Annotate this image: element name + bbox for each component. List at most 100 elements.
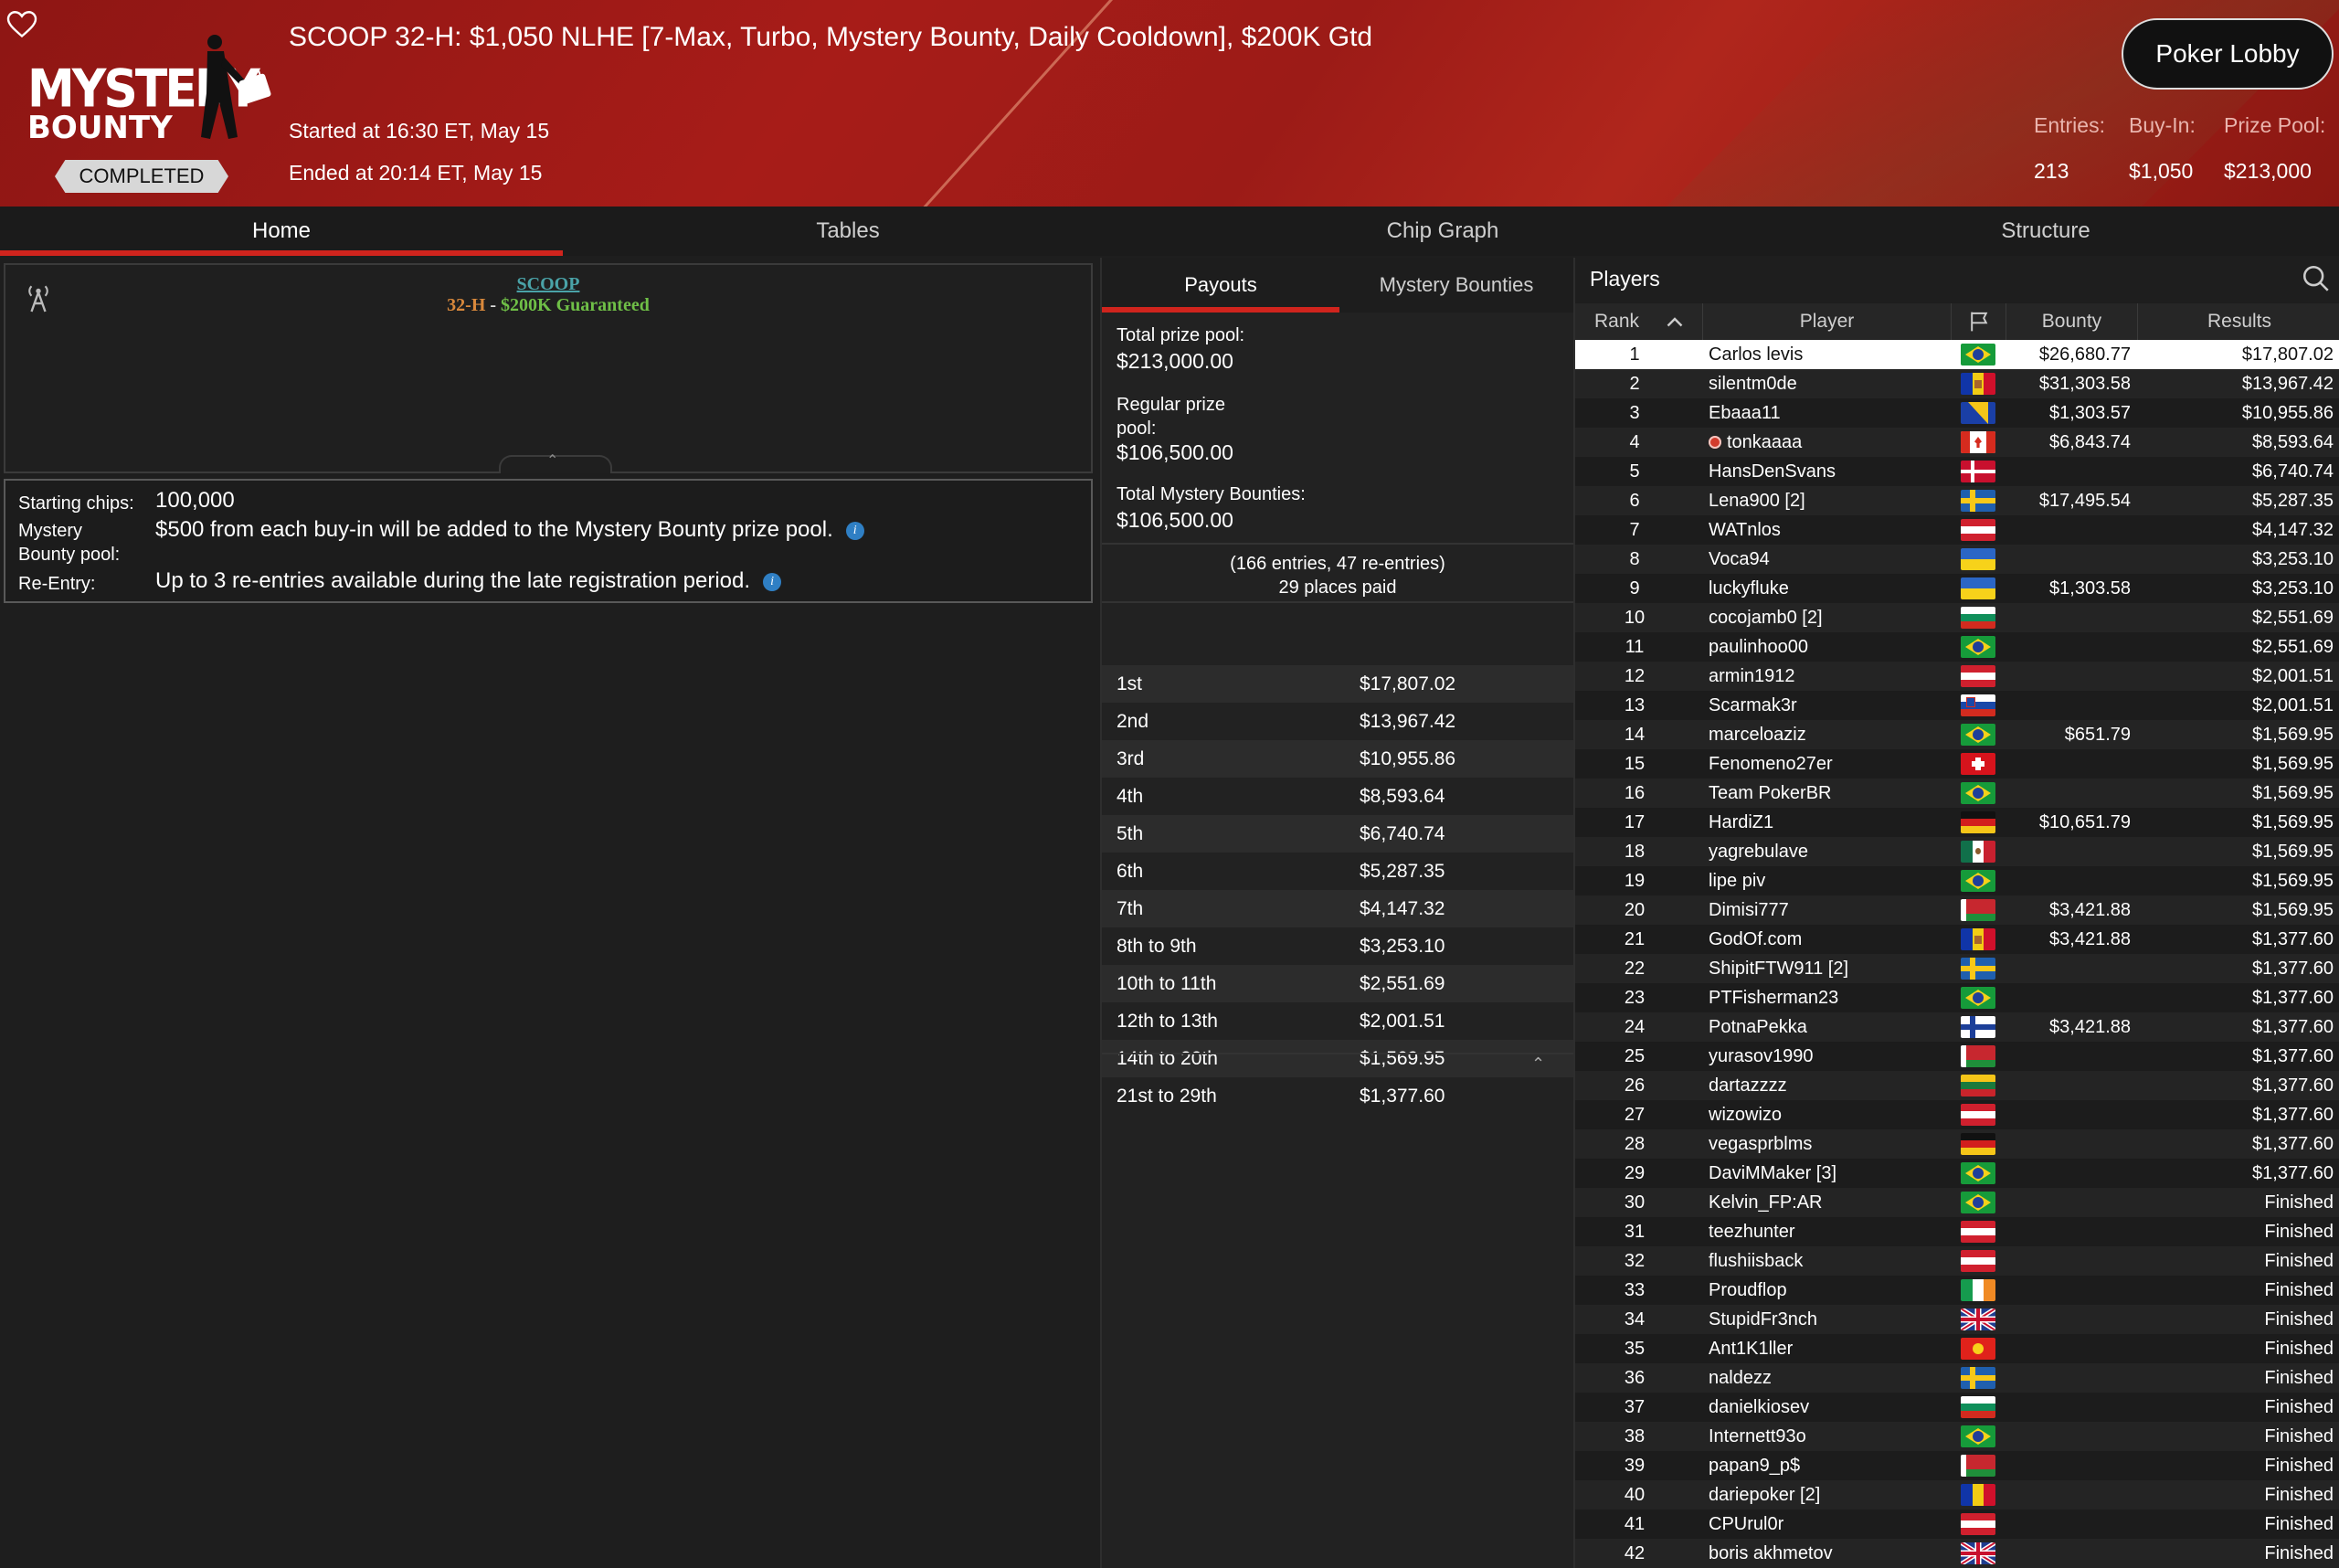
country-flag-br-icon (1961, 636, 1995, 658)
player-row[interactable]: 39 papan9_p$ Finished (1575, 1451, 2339, 1480)
player-row[interactable]: 40 dariepoker [2] Finished (1575, 1480, 2339, 1510)
column-player[interactable]: Player (1703, 303, 1952, 340)
search-icon[interactable] (2301, 263, 2332, 294)
player-row[interactable]: 18 yagrebulave $1,569.95 (1575, 837, 2339, 866)
player-row[interactable]: 22 ShipitFTW911 [2] $1,377.60 (1575, 954, 2339, 983)
player-name-cell: Internett93o (1709, 1426, 1806, 1447)
player-row[interactable]: 8 Voca94 $3,253.10 (1575, 545, 2339, 574)
player-row[interactable]: 42 boris akhmetov Finished (1575, 1539, 2339, 1568)
player-row[interactable]: 10 cocojamb0 [2] $2,551.69 (1575, 603, 2339, 632)
player-row[interactable]: 41 CPUrul0r Finished (1575, 1510, 2339, 1539)
player-row[interactable]: 16 Team PokerBR $1,569.95 (1575, 779, 2339, 808)
player-row[interactable]: 27 wizowizo $1,377.60 (1575, 1100, 2339, 1129)
player-row[interactable]: 4 tonkaaaa $6,843.74 $8,593.64 (1575, 428, 2339, 457)
column-bounty[interactable]: Bounty (2006, 303, 2138, 340)
start-time: Started at 16:30 ET, May 15 (289, 119, 550, 143)
column-rank[interactable]: Rank (1575, 303, 1703, 340)
player-name-cell: CPUrul0r (1709, 1514, 1783, 1535)
player-row[interactable]: 3 Ebaaa11 $1,303.57 $10,955.86 (1575, 398, 2339, 428)
status-dot-icon (1709, 436, 1721, 449)
player-row[interactable]: 21 GodOf.com $3,421.88 $1,377.60 (1575, 925, 2339, 954)
player-row[interactable]: 36 naldezz Finished (1575, 1363, 2339, 1393)
player-name-cell: vegasprblms (1709, 1134, 1812, 1155)
player-row[interactable]: 5 HansDenSvans $6,740.74 (1575, 457, 2339, 486)
player-rank: 20 (1624, 900, 1646, 920)
player-row[interactable]: 25 yurasov1990 $1,377.60 (1575, 1042, 2339, 1071)
player-row[interactable]: 23 PTFisherman23 $1,377.60 (1575, 983, 2339, 1012)
payout-place: 1st (1117, 673, 1143, 694)
player-row[interactable]: 13 Scarmak3r $2,001.51 (1575, 691, 2339, 720)
players-column-headers: Rank Player Bounty Results (1575, 303, 2339, 340)
player-name: Dimisi777 (1709, 900, 1789, 920)
player-row[interactable]: 20 Dimisi777 $3,421.88 $1,569.95 (1575, 895, 2339, 925)
player-row[interactable]: 38 Internett93o Finished (1575, 1422, 2339, 1451)
player-row[interactable]: 2 silentm0de $31,303.58 $13,967.42 (1575, 369, 2339, 398)
collapse-handle[interactable]: ⌃ (499, 453, 612, 473)
country-flag-bg-icon (1961, 607, 1995, 629)
info-icon[interactable]: i (845, 521, 864, 540)
player-name-cell: lipe piv (1709, 871, 1765, 892)
player-name: HardiZ1 (1709, 812, 1774, 832)
country-flag-se-icon (1961, 1367, 1995, 1389)
player-result: $1,569.95 (2252, 783, 2334, 803)
player-row[interactable]: 19 lipe piv $1,569.95 (1575, 866, 2339, 895)
chevron-up-icon[interactable]: ⌃ (1531, 1054, 1545, 1074)
player-rank: 31 (1624, 1222, 1646, 1242)
tab-mystery-bounties[interactable]: Mystery Bounties (1339, 258, 1573, 313)
player-row[interactable]: 29 DaviMMaker [3] $1,377.60 (1575, 1159, 2339, 1188)
tab-chip-graph[interactable]: Chip Graph (1133, 207, 1752, 256)
player-row[interactable]: 7 WATnlos $4,147.32 (1575, 515, 2339, 545)
player-rank: 41 (1624, 1514, 1646, 1534)
column-rank-label: Rank (1593, 311, 1640, 332)
player-row[interactable]: 17 HardiZ1 $10,651.79 $1,569.95 (1575, 808, 2339, 837)
player-row[interactable]: 9 luckyfluke $1,303.58 $3,253.10 (1575, 574, 2339, 603)
country-flag-ad-icon (1961, 928, 1995, 950)
player-result: $4,147.32 (2252, 520, 2334, 540)
tournament-banner-card: SCOOP 32-H - $200K Guaranteed ⌃ (4, 263, 1093, 473)
player-result: Finished (2264, 1514, 2334, 1534)
player-row[interactable]: 6 Lena900 [2] $17,495.54 $5,287.35 (1575, 486, 2339, 515)
info-icon[interactable]: i (763, 572, 782, 591)
player-row[interactable]: 1 Carlos levis $26,680.77 $17,807.02 (1575, 340, 2339, 369)
player-result: Finished (2264, 1192, 2334, 1213)
poker-lobby-button[interactable]: Poker Lobby (2122, 18, 2334, 90)
player-row[interactable]: 28 vegasprblms $1,377.60 (1575, 1129, 2339, 1159)
player-row[interactable]: 24 PotnaPekka $3,421.88 $1,377.60 (1575, 1012, 2339, 1042)
country-flag-ba-icon (1961, 402, 1995, 424)
player-row[interactable]: 35 Ant1K1ller Finished (1575, 1334, 2339, 1363)
player-row[interactable]: 33 Proudflop Finished (1575, 1276, 2339, 1305)
tab-structure[interactable]: Structure (1752, 207, 2339, 256)
player-row[interactable]: 12 armin1912 $2,001.51 (1575, 662, 2339, 691)
tab-home[interactable]: Home (0, 207, 563, 256)
player-row[interactable]: 26 dartazzzz $1,377.60 (1575, 1071, 2339, 1100)
tab-payouts[interactable]: Payouts (1102, 258, 1339, 313)
tab-tables[interactable]: Tables (563, 207, 1133, 256)
country-flag-br-icon (1961, 987, 1995, 1009)
player-rank: 40 (1624, 1485, 1646, 1505)
player-row[interactable]: 37 danielkiosev Finished (1575, 1393, 2339, 1422)
player-rank: 23 (1624, 988, 1646, 1008)
player-row[interactable]: 31 teezhunter Finished (1575, 1217, 2339, 1246)
player-row[interactable]: 15 Fenomeno27er $1,569.95 (1575, 749, 2339, 779)
starting-chips-label: Starting chips: (18, 493, 134, 514)
player-rank: 13 (1624, 695, 1646, 715)
player-row[interactable]: 14 marceloaziz $651.79 $1,569.95 (1575, 720, 2339, 749)
player-name: boris akhmetov (1709, 1543, 1833, 1563)
player-row[interactable]: 11 paulinhoo00 $2,551.69 (1575, 632, 2339, 662)
player-row[interactable]: 30 Kelvin_FP:AR Finished (1575, 1188, 2339, 1217)
player-result: Finished (2264, 1485, 2334, 1505)
chevron-up-icon: ⌃ (546, 453, 559, 469)
country-flag-by-icon (1961, 1045, 1995, 1067)
column-country[interactable] (1952, 303, 2006, 340)
player-bounty: $31,303.58 (2038, 374, 2131, 394)
country-flag-bg-icon (1961, 1396, 1995, 1418)
player-name-cell: papan9_p$ (1709, 1456, 1800, 1477)
player-row[interactable]: 34 StupidFr3nch Finished (1575, 1305, 2339, 1334)
player-name-cell: wizowizo (1709, 1105, 1782, 1126)
entries-summary: (166 entries, 47 re-entries) 29 places p… (1102, 543, 1573, 603)
guarantee-text: $200K Guaranteed (501, 295, 650, 315)
column-results[interactable]: Results (2138, 303, 2339, 340)
payout-place: 14th to 20th (1117, 1048, 1218, 1069)
player-row[interactable]: 32 flushiisback Finished (1575, 1246, 2339, 1276)
series-name[interactable]: SCOOP (5, 274, 1091, 295)
